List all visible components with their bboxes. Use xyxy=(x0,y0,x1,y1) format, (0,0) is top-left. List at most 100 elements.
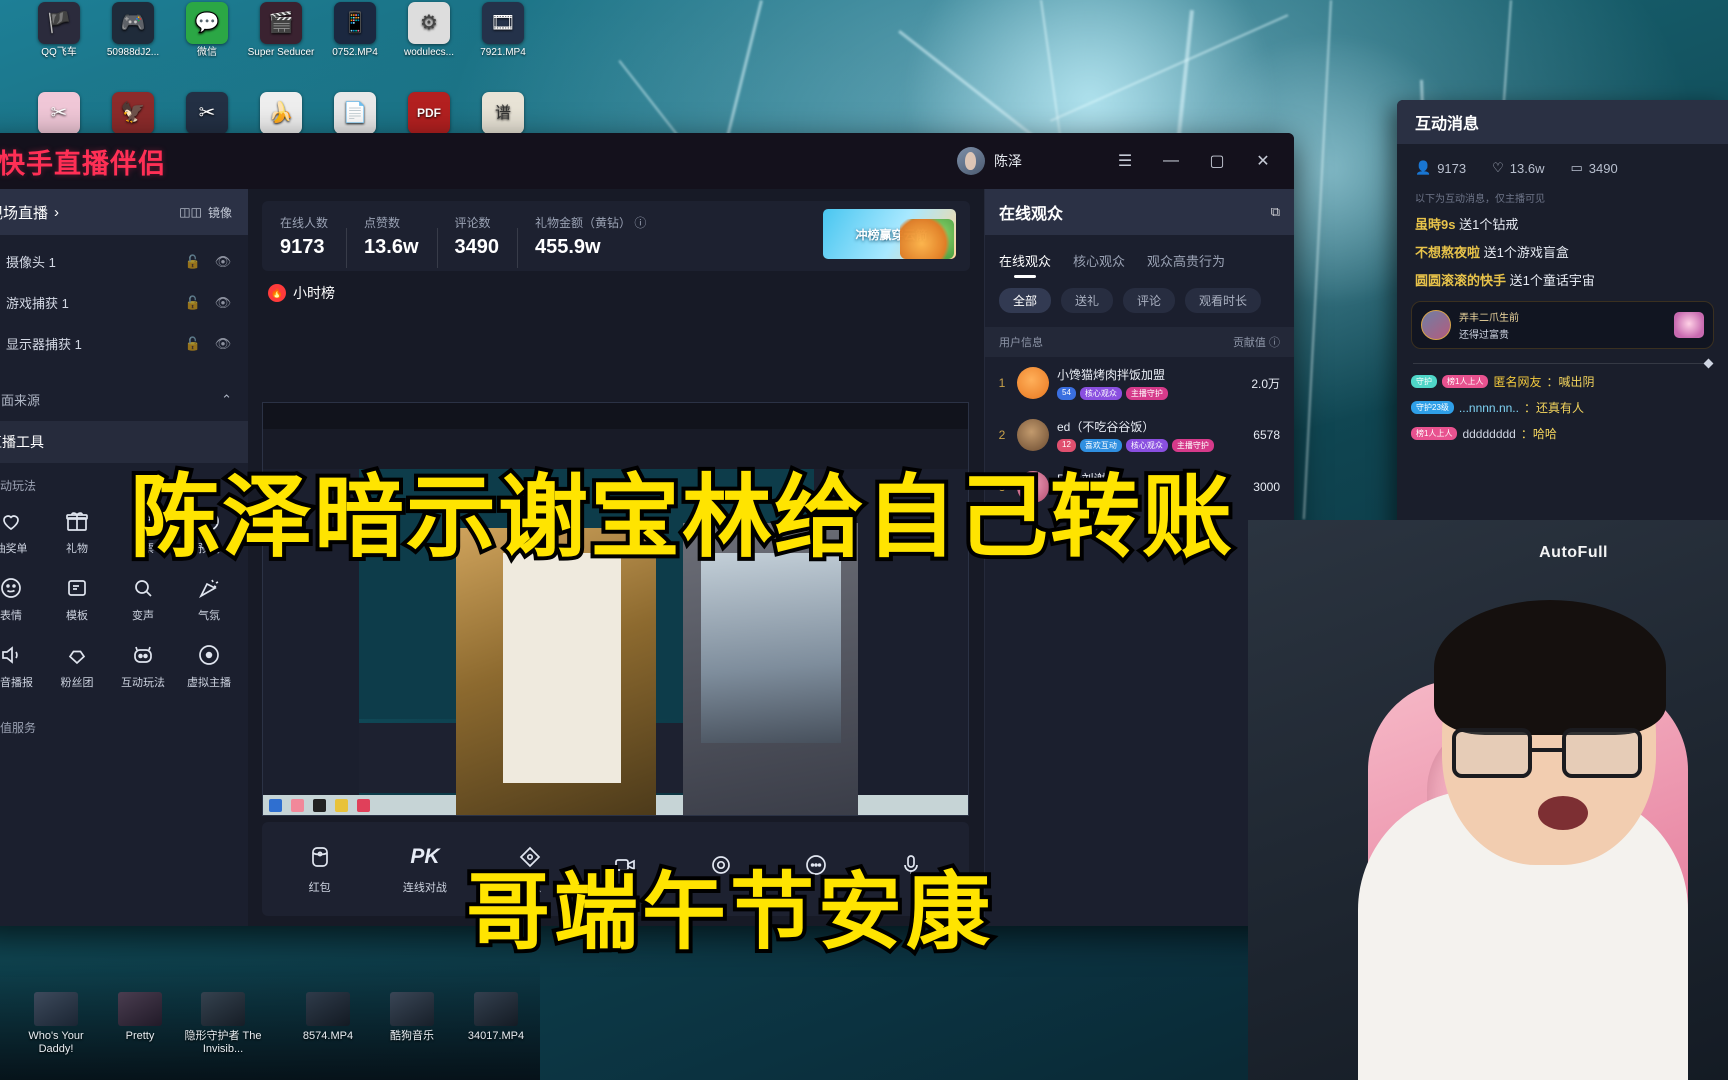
tool-label: 粉丝团 xyxy=(60,677,94,689)
desktop-icon[interactable]: 🏴 QQ飞车 xyxy=(20,2,98,58)
tool-item-emoji[interactable]: 表情 xyxy=(0,573,44,624)
chevron-up-icon[interactable]: ⌃ xyxy=(221,392,232,408)
toolbar-item-pk[interactable]: PK 连线对战 xyxy=(403,843,447,895)
desktop-icon[interactable]: 🎞 7921.MP4 xyxy=(464,2,542,58)
promo-banner[interactable]: 冲榜赢穿云箭 xyxy=(823,209,956,259)
tool-item-voice[interactable]: 变声 xyxy=(110,573,176,624)
desktop-file[interactable]: 34017.MP4 xyxy=(450,992,542,1043)
lock-icon[interactable]: 🔓 xyxy=(182,336,204,352)
toolbar-item-redpacket[interactable]: 红包 xyxy=(308,843,332,895)
viewer-row[interactable]: 1 小馋猫烤肉拌饭加盟 54 核心观众 主播守护 2.0万 xyxy=(985,357,1294,409)
tool-item-lottery[interactable]: 抽奖单 xyxy=(0,506,44,557)
info-icon[interactable]: ⓘ xyxy=(634,216,646,230)
window-titlebar: 快手直播伴侣 陈泽 ☰ — ▢ ✕ xyxy=(0,133,1294,189)
tool-item-atmosphere[interactable]: 气氛 xyxy=(176,573,242,624)
file-label: 34017.MP4 xyxy=(467,1030,525,1042)
status-badge: 54 xyxy=(1057,387,1076,400)
mirror-icon: ◫◫ xyxy=(179,205,202,219)
heart-icon: ♡ xyxy=(1492,160,1504,175)
tool-label: 语音播报 xyxy=(0,677,33,689)
close-icon[interactable]: ✕ xyxy=(1250,148,1276,174)
filter-watchtime[interactable]: 观看时长 xyxy=(1185,288,1262,313)
mirror-label: 镜像 xyxy=(207,205,232,220)
source-name: 摄像头 1 xyxy=(6,255,56,270)
file-thumb xyxy=(34,992,78,1026)
eye-icon[interactable]: 👁 xyxy=(212,336,234,352)
app-brand: 快手直播伴侣 xyxy=(0,148,166,179)
file-label: 酷狗音乐 xyxy=(390,1030,434,1042)
interaction-title: 互动消息 xyxy=(1397,100,1728,144)
desktop-icon[interactable]: ⚙ wodulecs... xyxy=(390,2,468,58)
file-thumb xyxy=(390,992,434,1026)
minimize-icon[interactable]: — xyxy=(1158,148,1184,174)
app-icon: 谱 xyxy=(482,92,524,134)
status-badge: 榜1人上人 xyxy=(1442,375,1489,388)
filter-all[interactable]: 全部 xyxy=(999,288,1052,313)
filter-gift[interactable]: 送礼 xyxy=(1061,288,1114,313)
status-badge: 主播守护 xyxy=(1125,387,1168,400)
tab-core-viewers[interactable]: 核心观众 xyxy=(1073,251,1125,278)
chat-message: 守护 榜1人上人 匿名网友 ：喊出阴 xyxy=(1397,364,1728,390)
menu-icon[interactable]: ☰ xyxy=(1112,148,1138,174)
lock-icon[interactable]: 🔓 xyxy=(182,295,204,311)
desktop-file[interactable]: 隐形守护者 The Invisib... xyxy=(168,992,278,1056)
chat-user: 匿名网友 xyxy=(1493,375,1542,389)
app-icon: 📄 xyxy=(334,92,376,134)
source-row[interactable]: ▣ 显示器捕获 1 🔓 👁 xyxy=(0,323,248,364)
tool-item-broadcast[interactable]: 语音播报 xyxy=(0,640,44,691)
eye-icon[interactable]: 👁 xyxy=(212,254,234,270)
tab-viewer-behavior[interactable]: 观众高贵行为 xyxy=(1147,251,1225,278)
tool-item-gift[interactable]: 礼物 xyxy=(44,506,110,557)
gift-text: 送1个童话宇宙 xyxy=(1509,273,1595,288)
heart-icon xyxy=(0,506,44,536)
viewers-filters: 全部 送礼 评论 观看时长 xyxy=(985,278,1294,313)
app-icon: 🎮 xyxy=(112,2,154,44)
scene-header[interactable]: 现场直播 › ◫◫ 镜像 xyxy=(0,189,248,235)
filter-comment[interactable]: 评论 xyxy=(1123,288,1176,313)
toolbar-label: 连线对战 xyxy=(402,882,447,894)
stat-comments: ▭ 3490 xyxy=(1570,160,1617,176)
smiley-icon xyxy=(0,573,44,603)
robot-icon xyxy=(110,640,176,670)
viewer-name: 小馋猫烤肉拌饭加盟 xyxy=(1057,368,1166,382)
desktop-icon[interactable]: 💬 微信 xyxy=(168,2,246,58)
source-row[interactable]: ▤ 摄像头 1 🔓 👁 xyxy=(0,241,248,282)
source-section-label: 画面来源 xyxy=(0,393,41,408)
app-icon: 💬 xyxy=(186,2,228,44)
user-chip[interactable]: 陈泽 xyxy=(957,147,1022,175)
status-badge: 守护23级 xyxy=(1411,401,1454,414)
desktop-icon[interactable]: 📱 0752.MP4 xyxy=(316,2,394,58)
contribution-value: 2.0万 xyxy=(1251,376,1280,391)
status-badge: 核心观众 xyxy=(1079,387,1122,400)
tool-item-interactive[interactable]: 互动玩法 xyxy=(110,640,176,691)
source-row[interactable]: ▥ 游戏捕获 1 🔓 👁 xyxy=(0,282,248,323)
source-section[interactable]: 画面来源 ⌃ xyxy=(0,390,248,409)
gift-sender: 圆圆滚滚的快手 xyxy=(1415,273,1507,288)
desktop-file[interactable]: Who's Your Daddy! xyxy=(10,992,102,1056)
source-list: ▤ 摄像头 1 🔓 👁 ▥ 游戏捕获 1 🔓 👁 ▣ 显示器捕获 1 xyxy=(0,235,248,364)
chat-user: ...nnnn.nn.. xyxy=(1458,400,1519,415)
stat-online: 👤 9173 xyxy=(1415,160,1466,176)
phone-portrait xyxy=(701,553,841,743)
tool-item-template[interactable]: 模板 xyxy=(44,573,110,624)
stat-value: 3490 xyxy=(1588,160,1618,176)
eye-icon[interactable]: 👁 xyxy=(212,295,234,311)
tool-item-fanclub[interactable]: 粉丝团 xyxy=(44,640,110,691)
hour-rank-button[interactable]: 🔥 小时榜 xyxy=(268,283,335,303)
streamer-camera: AutoFull xyxy=(1248,520,1728,1080)
viewers-title: 在线观众 xyxy=(999,206,1064,223)
desktop-icon[interactable]: 🎮 50988dJ2... xyxy=(94,2,172,58)
gift-highlight-card[interactable]: 弄丰二爪生前 还得过富贵 xyxy=(1411,301,1714,349)
chat-text: ：哈哈 xyxy=(1520,427,1557,441)
glasses-icon xyxy=(1452,728,1642,780)
mirror-toggle[interactable]: ◫◫ 镜像 xyxy=(179,204,232,221)
desktop-icon[interactable]: 🎬 Super Seducer xyxy=(242,2,320,58)
tab-online-viewers[interactable]: 在线观众 xyxy=(999,251,1051,278)
desktop-file[interactable]: 酷狗音乐 xyxy=(366,992,458,1043)
streamer-mouth xyxy=(1538,796,1588,830)
tool-item-virtual-host[interactable]: 虚拟主播 xyxy=(176,640,242,691)
expand-icon[interactable]: ⧉ xyxy=(1271,204,1280,220)
maximize-icon[interactable]: ▢ xyxy=(1204,148,1230,174)
desktop-file[interactable]: 8574.MP4 xyxy=(282,992,374,1043)
lock-icon[interactable]: 🔓 xyxy=(182,254,204,270)
